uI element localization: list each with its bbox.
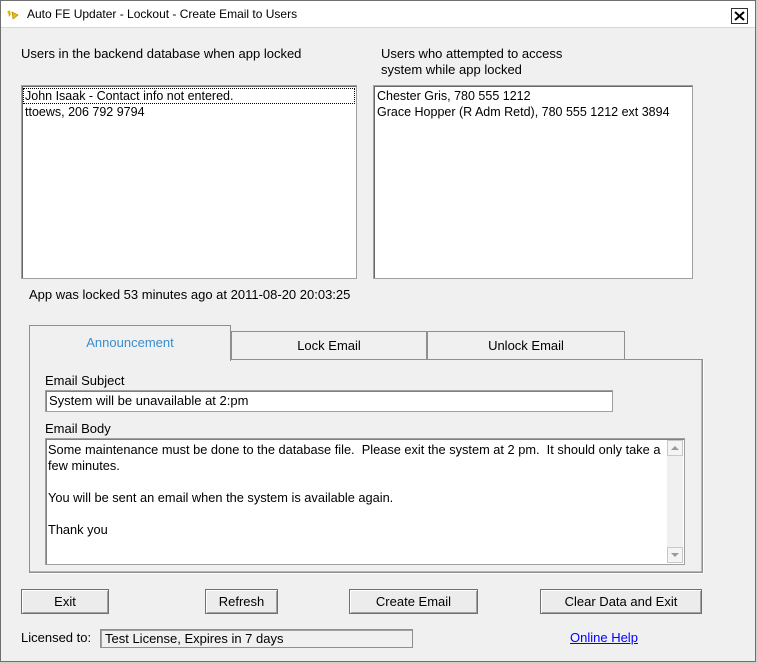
attempted-users-list[interactable]: Chester Gris, 780 555 1212 Grace Hopper …: [373, 85, 693, 279]
email-subject-input[interactable]: System will be unavailable at 2:pm: [45, 390, 613, 412]
license-label: Licensed to:: [21, 630, 92, 645]
online-help-link[interactable]: Online Help: [570, 630, 638, 645]
close-button[interactable]: [731, 8, 748, 24]
close-icon: [734, 11, 745, 21]
app-window: Auto FE Updater - Lockout - Create Email…: [0, 0, 756, 662]
scroll-down-button[interactable]: [667, 547, 683, 563]
refresh-button[interactable]: Refresh: [205, 589, 278, 614]
window-title: Auto FE Updater - Lockout - Create Email…: [27, 7, 298, 21]
attempted-users-label-line2: system while app locked: [381, 62, 522, 77]
lock-status-text: App was locked 53 minutes ago at 2011-08…: [29, 287, 351, 302]
exit-button[interactable]: Exit: [21, 589, 109, 614]
attempted-users-label-line1: Users who attempted to access: [381, 46, 563, 61]
chevron-down-icon: [671, 553, 679, 557]
scroll-up-button[interactable]: [667, 440, 683, 456]
list-item[interactable]: ttoews, 206 792 9794: [23, 104, 355, 120]
email-body-label: Email Body: [45, 421, 111, 436]
app-icon: [6, 8, 20, 20]
tab-announcement[interactable]: Announcement: [29, 325, 231, 361]
tab-unlock-email[interactable]: Unlock Email: [427, 331, 625, 360]
backend-users-label: Users in the backend database when app l…: [21, 46, 302, 61]
email-subject-label: Email Subject: [45, 373, 125, 388]
create-email-button[interactable]: Create Email: [349, 589, 478, 614]
list-item[interactable]: Grace Hopper (R Adm Retd), 780 555 1212 …: [375, 104, 691, 120]
title-bar[interactable]: Auto FE Updater - Lockout - Create Email…: [1, 1, 755, 28]
chevron-up-icon: [671, 446, 679, 450]
email-body-text[interactable]: Some maintenance must be done to the dat…: [48, 442, 664, 538]
tab-lock-email[interactable]: Lock Email: [231, 331, 427, 360]
list-item[interactable]: Chester Gris, 780 555 1212: [375, 88, 691, 104]
license-value: Test License, Expires in 7 days: [100, 629, 413, 648]
email-body-scrollbar[interactable]: [667, 440, 683, 563]
list-item[interactable]: John Isaak - Contact info not entered.: [23, 88, 355, 104]
clear-data-exit-button[interactable]: Clear Data and Exit: [540, 589, 702, 614]
backend-users-list[interactable]: John Isaak - Contact info not entered. t…: [21, 85, 357, 279]
email-body-textarea[interactable]: Some maintenance must be done to the dat…: [45, 438, 685, 565]
